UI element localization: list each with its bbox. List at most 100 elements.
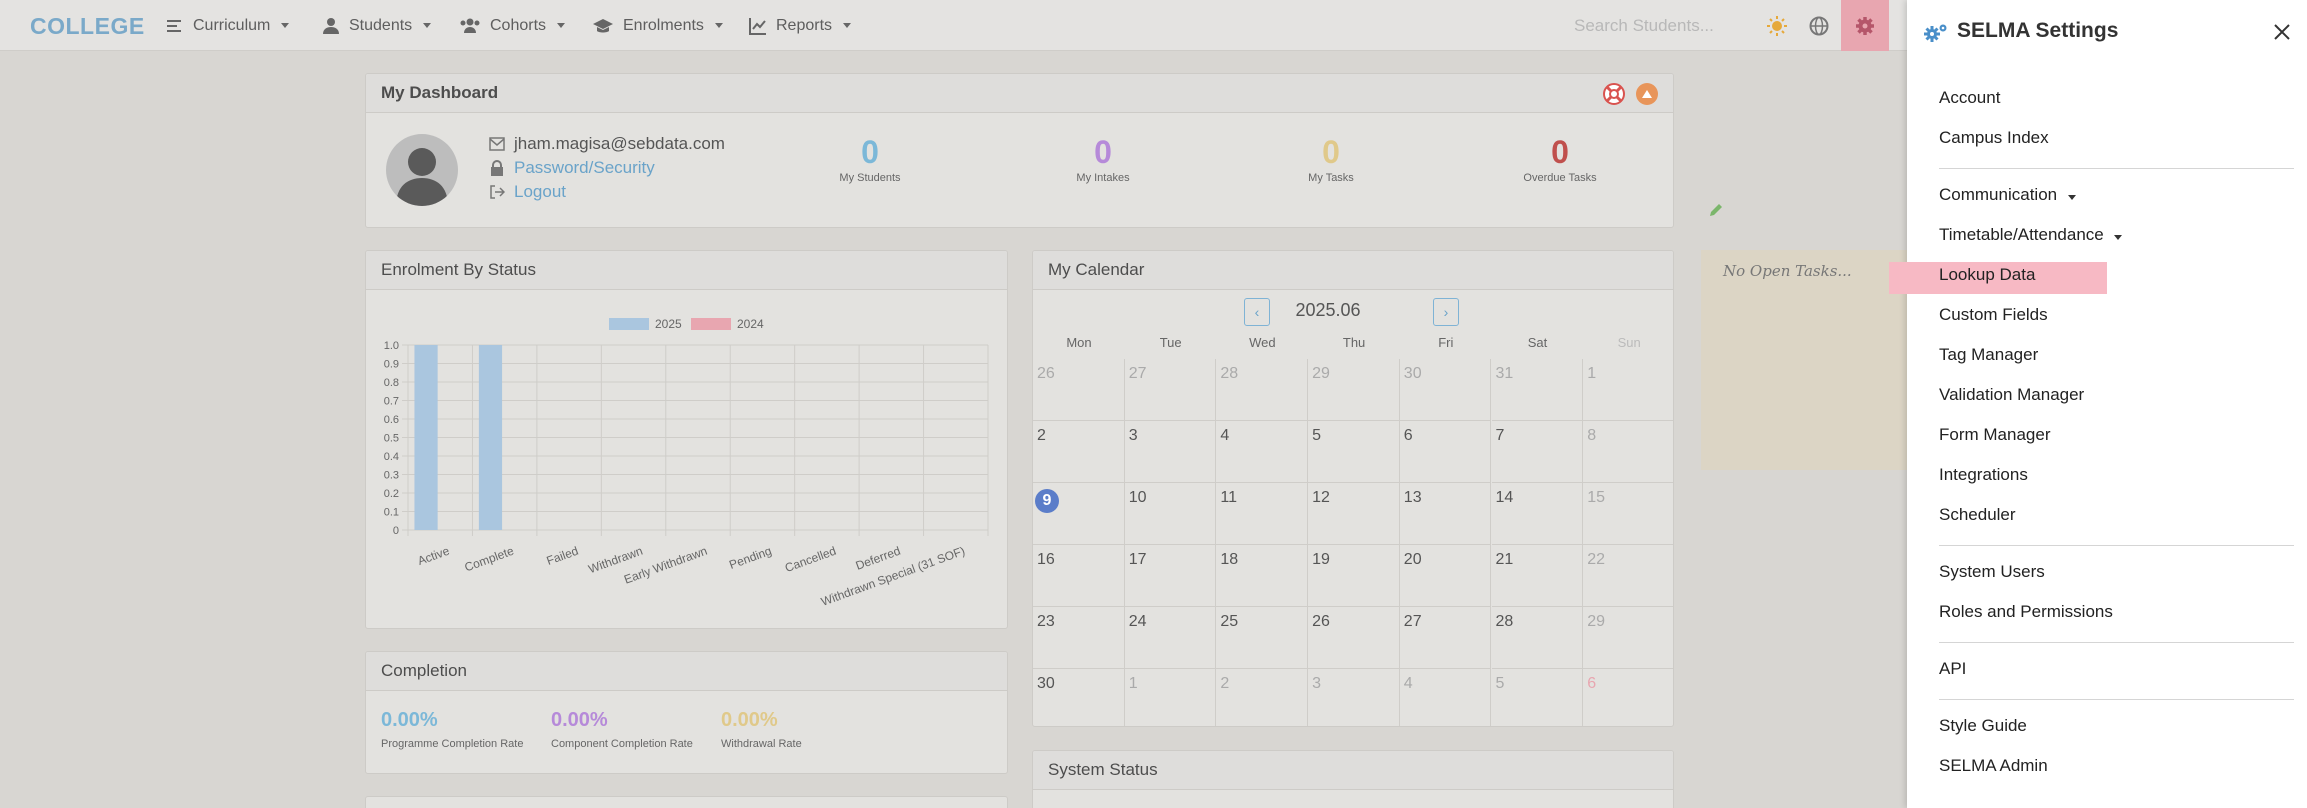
calendar-day-cell[interactable]: 11 — [1216, 483, 1309, 545]
calendar-day-cell[interactable]: 3 — [1308, 669, 1400, 726]
close-icon[interactable] — [2273, 23, 2291, 41]
password-security-link[interactable]: Password/Security — [514, 158, 655, 178]
calendar-day-cell[interactable]: 31 — [1491, 359, 1584, 421]
nav-enrolments[interactable]: Enrolments — [592, 0, 723, 51]
stat-my-tasks[interactable]: 0 My Tasks — [1271, 132, 1391, 184]
calendar-day-cell[interactable]: 1 — [1583, 359, 1673, 421]
calendar-day-cell[interactable]: 28 — [1216, 359, 1309, 421]
settings-item-tag-manager[interactable]: Tag Manager — [1939, 345, 2038, 365]
settings-button[interactable] — [1841, 0, 1889, 51]
settings-item-scheduler[interactable]: Scheduler — [1939, 505, 2016, 525]
settings-item-communication[interactable]: Communication — [1939, 185, 2076, 205]
rate-label: Component Completion Rate — [551, 738, 693, 750]
calendar-day-number: 5 — [1495, 675, 1505, 692]
calendar-day-cell[interactable]: 27 — [1124, 359, 1217, 421]
settings-item-form-manager[interactable]: Form Manager — [1939, 425, 2050, 445]
settings-item-lookup-data[interactable]: Lookup Data — [1939, 265, 2035, 285]
calendar-day-cell[interactable]: 26 — [1308, 607, 1400, 669]
calendar-day-cell[interactable]: 3 — [1124, 421, 1217, 483]
settings-item-validation-manager[interactable]: Validation Manager — [1939, 385, 2084, 405]
calendar-day-cell[interactable]: 19 — [1308, 545, 1400, 607]
settings-item-integrations[interactable]: Integrations — [1939, 465, 2028, 485]
calendar-day-header: Thu — [1342, 335, 1366, 350]
calendar-day-cell[interactable]: 29 — [1308, 359, 1400, 421]
stat-overdue-tasks[interactable]: 0 Overdue Tasks — [1500, 132, 1620, 184]
calendar-day-cell[interactable]: 2 — [1216, 669, 1309, 726]
calendar-day-cell[interactable]: 24 — [1124, 607, 1217, 669]
prev-month-button[interactable]: ‹ — [1244, 298, 1270, 326]
calendar-day-cell[interactable]: 13 — [1399, 483, 1492, 545]
calendar-day-cell[interactable]: 29 — [1583, 607, 1673, 669]
settings-item-system-users[interactable]: System Users — [1939, 562, 2045, 582]
calendar-day-cell[interactable]: 4 — [1400, 669, 1492, 726]
calendar-day-header: Sun — [1617, 335, 1641, 350]
calendar-day-number: 26 — [1037, 365, 1055, 382]
settings-item-style-guide[interactable]: Style Guide — [1939, 716, 2027, 736]
nav-students[interactable]: Students — [322, 0, 432, 51]
language-button[interactable] — [1797, 0, 1841, 51]
calendar-day-cell[interactable]: 2 — [1033, 421, 1125, 483]
calendar-day-cell[interactable]: 8 — [1583, 421, 1673, 483]
calendar-day-cell[interactable]: 5 — [1308, 421, 1400, 483]
rate-value: 0.00% — [551, 709, 608, 731]
calendar-day-cell[interactable]: 21 — [1491, 545, 1584, 607]
calendar-day-cell[interactable]: 12 — [1308, 483, 1400, 545]
calendar-day-cell[interactable]: 4 — [1216, 421, 1309, 483]
calendar-day-cell[interactable]: 23 — [1033, 607, 1125, 669]
rate-label: Programme Completion Rate — [381, 738, 524, 750]
stat-my-students[interactable]: 0 My Students — [810, 132, 930, 184]
calendar-day-cell[interactable]: 17 — [1124, 545, 1217, 607]
y-tick-label: 0.7 — [384, 396, 399, 408]
lifebuoy-icon[interactable] — [1602, 82, 1626, 106]
nav-students-label: Students — [349, 16, 413, 34]
stat-label: Overdue Tasks — [1523, 172, 1597, 184]
pencil-icon[interactable] — [1708, 202, 1724, 218]
calendar-day-cell[interactable]: 7 — [1491, 421, 1584, 483]
settings-item-account[interactable]: Account — [1939, 88, 2000, 108]
user-email: jham.magisa@sebdata.com — [514, 134, 725, 153]
calendar-day-number: 2 — [1220, 675, 1230, 692]
calendar-day-cell[interactable]: 5 — [1492, 669, 1584, 726]
settings-item-selma-admin[interactable]: SELMA Admin — [1939, 756, 2048, 776]
help-badge-icon[interactable] — [1635, 82, 1659, 106]
logout-link[interactable]: Logout — [514, 182, 566, 202]
calendar-day-cell[interactable]: 20 — [1399, 545, 1492, 607]
calendar-day-cell[interactable]: 30 — [1033, 669, 1125, 726]
calendar-day-cell[interactable]: 9 — [1033, 483, 1125, 545]
calendar-day-cell[interactable]: 28 — [1491, 607, 1584, 669]
calendar-day-cell[interactable]: 26 — [1033, 359, 1125, 421]
brand-logo[interactable]: COLLEGE — [30, 13, 145, 40]
stat-my-intakes[interactable]: 0 My Intakes — [1043, 132, 1163, 184]
settings-item-api[interactable]: API — [1939, 659, 1966, 679]
calendar-day-cell[interactable]: 22 — [1583, 545, 1673, 607]
calendar-day-cell[interactable]: 30 — [1399, 359, 1492, 421]
lock-icon — [491, 160, 503, 176]
search-input[interactable] — [1560, 10, 1750, 41]
nav-reports[interactable]: Reports — [749, 0, 852, 51]
calendar-day-cell[interactable]: 6 — [1583, 669, 1673, 726]
calendar-day-number: 21 — [1495, 551, 1514, 568]
calendar-day-cell[interactable]: 16 — [1033, 545, 1125, 607]
settings-item-roles-permissions[interactable]: Roles and Permissions — [1939, 602, 2113, 622]
chevron-down-icon — [423, 23, 432, 28]
calendar-day-number: 2 — [1037, 427, 1046, 444]
nav-cohorts[interactable]: Cohorts — [459, 0, 566, 51]
cogs-icon — [1924, 24, 1947, 42]
list-icon — [167, 19, 181, 32]
calendar-day-cell[interactable]: 18 — [1216, 545, 1309, 607]
calendar-day-cell[interactable]: 6 — [1399, 421, 1492, 483]
calendar-day-cell[interactable]: 1 — [1125, 669, 1217, 726]
calendar-day-cell[interactable]: 10 — [1124, 483, 1217, 545]
settings-item-custom-fields[interactable]: Custom Fields — [1939, 305, 2048, 325]
nav-curriculum[interactable]: Curriculum — [166, 0, 290, 51]
next-month-button[interactable]: › — [1433, 298, 1459, 326]
calendar-day-cell[interactable]: 25 — [1216, 607, 1309, 669]
settings-item-campus-index[interactable]: Campus Index — [1939, 128, 2049, 148]
y-tick-label: 0.8 — [384, 377, 399, 389]
settings-item-timetable[interactable]: Timetable/Attendance — [1939, 225, 2123, 245]
theme-toggle[interactable] — [1755, 0, 1799, 51]
calendar-day-cell[interactable]: 14 — [1491, 483, 1584, 545]
divider — [1939, 545, 2294, 546]
calendar-day-cell[interactable]: 15 — [1583, 483, 1673, 545]
calendar-day-cell[interactable]: 27 — [1399, 607, 1492, 669]
